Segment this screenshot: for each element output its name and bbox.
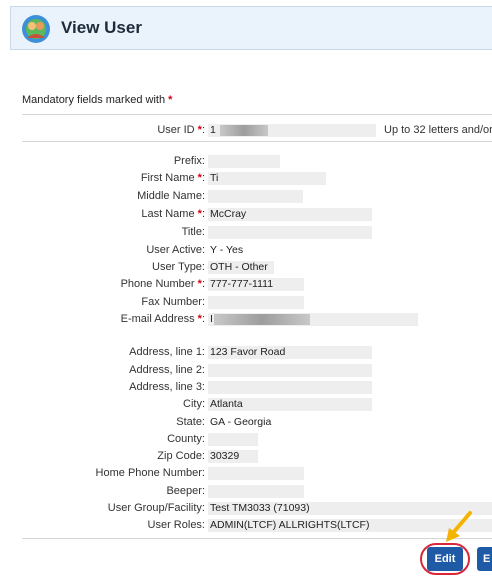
- field-label: Title:: [181, 226, 205, 238]
- divider: [22, 538, 492, 539]
- app-logo-icon: [22, 15, 50, 43]
- divider: [22, 114, 492, 115]
- field-label: User Roles:: [147, 519, 205, 531]
- field-label: User Group/Facility:: [107, 502, 205, 514]
- field-label: County:: [167, 433, 205, 445]
- field-label: City:: [183, 398, 205, 410]
- field-label: Fax Number:: [141, 296, 205, 308]
- field-label: E-mail Address *:: [120, 313, 205, 325]
- field-value: 30329: [208, 450, 258, 463]
- field-label: Home Phone Number:: [95, 467, 205, 479]
- field-label: First Name *:: [140, 172, 205, 184]
- field-label: State:: [176, 416, 205, 428]
- field-value: Atlanta: [208, 398, 372, 411]
- mandatory-note: Mandatory fields marked with *: [22, 94, 173, 106]
- field-value: [208, 467, 304, 480]
- field-label: Phone Number *:: [120, 278, 205, 290]
- field-label: Prefix:: [173, 155, 205, 167]
- field-label: Address, line 3:: [129, 381, 205, 393]
- field-value: Ti: [208, 172, 326, 185]
- field-label: User Type:: [152, 261, 205, 273]
- field-label: Zip Code:: [157, 450, 205, 462]
- field-value: [208, 190, 303, 203]
- redacted-block: [214, 314, 310, 325]
- redacted-block: [220, 125, 268, 136]
- user-id-hint: Up to 32 letters and/or: [384, 124, 492, 136]
- field-value: 777-777-1111: [208, 278, 304, 291]
- page-header: View User: [10, 6, 492, 50]
- field-value: [208, 364, 372, 377]
- page-title: View User: [61, 18, 142, 37]
- edit-button[interactable]: Edit: [427, 547, 463, 571]
- field-value: [208, 433, 258, 446]
- divider: [22, 141, 492, 142]
- field-value: [208, 381, 372, 394]
- field-label: Last Name *:: [141, 208, 205, 220]
- field-label: Middle Name:: [137, 190, 205, 202]
- field-value: [208, 226, 372, 239]
- field-value: OTH - Other: [208, 261, 274, 274]
- user-id-label: User ID *:: [157, 124, 205, 136]
- field-value: [208, 485, 304, 498]
- field-value: [208, 296, 304, 309]
- pointer-arrow-icon: [446, 511, 472, 542]
- field-value: GA - Georgia: [210, 416, 272, 428]
- field-value: [208, 155, 280, 168]
- field-value: 123 Favor Road: [208, 346, 372, 359]
- next-action-button[interactable]: E: [477, 547, 492, 571]
- field-value: Y - Yes: [210, 244, 244, 256]
- field-label: User Active:: [146, 244, 205, 256]
- field-label: Address, line 2:: [129, 364, 205, 376]
- required-marker: *: [168, 94, 173, 106]
- field-label: Beeper:: [166, 485, 205, 497]
- field-value: McCray: [208, 208, 372, 221]
- field-label: Address, line 1:: [129, 346, 205, 358]
